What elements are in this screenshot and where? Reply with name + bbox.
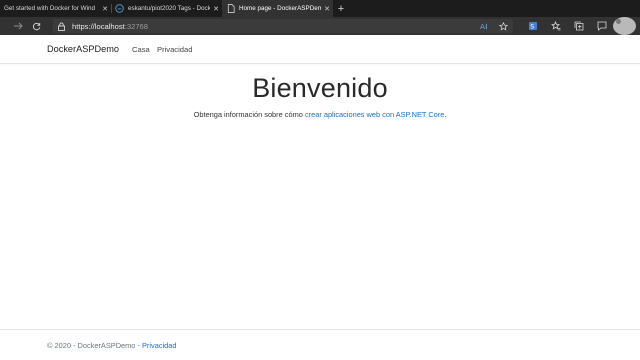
read-aloud-icon[interactable]: A	[475, 22, 494, 31]
nav-link-home[interactable]: Casa	[132, 45, 150, 54]
tab-close-icon[interactable]: ✕	[99, 5, 111, 13]
url-port: :32768	[124, 21, 148, 31]
site-footer: © 2020 - DockerASPDemo - Privacidad	[0, 329, 640, 350]
docker-icon	[115, 4, 124, 13]
feedback-icon[interactable]	[590, 17, 613, 35]
svg-text:A: A	[480, 22, 485, 31]
favorite-star-icon[interactable]	[494, 21, 513, 31]
tab-title: Home page - DockerASPDemo	[239, 5, 321, 12]
refresh-icon[interactable]	[27, 17, 46, 35]
page-icon	[226, 4, 235, 13]
tab-title: eskantu/piot2020 Tags - Docker H	[128, 5, 210, 12]
footer-copyright: © 2020 - DockerASPDemo -	[47, 341, 142, 350]
tab-title: Get started with Docker for Wind	[4, 5, 95, 12]
page-title: Bienvenido	[252, 73, 388, 103]
tab-close-icon[interactable]: ✕	[210, 5, 222, 13]
tab-docker-hub-tags[interactable]: eskantu/piot2020 Tags - Docker H ✕	[111, 0, 222, 17]
extension-icon[interactable]: S	[521, 17, 544, 35]
forward-icon[interactable]	[8, 17, 27, 35]
browser-toolbar: https://localhost:32768 A S	[0, 17, 640, 35]
tab-close-icon[interactable]: ✕	[321, 5, 333, 13]
collections-icon[interactable]	[567, 17, 590, 35]
aspnet-docs-link[interactable]: crear aplicaciones web con ASP.NET Core	[305, 110, 444, 119]
tab-docker-get-started[interactable]: Get started with Docker for Wind ✕	[0, 0, 111, 17]
footer-text: © 2020 - DockerASPDemo - Privacidad	[47, 341, 177, 350]
lead-prefix: Obtenga información sobre cómo	[193, 110, 305, 119]
lead-suffix: .	[444, 110, 447, 119]
svg-text:S: S	[530, 24, 534, 31]
new-tab-button[interactable]: +	[333, 0, 349, 17]
url-host: https://localhost	[72, 21, 125, 31]
nav-link-privacy[interactable]: Privacidad	[157, 45, 192, 54]
web-page: DockerASPDemo Casa Privacidad Bienvenido…	[0, 35, 640, 360]
tab-strip: Get started with Docker for Wind ✕ eskan…	[0, 0, 640, 17]
lead-text: Obtenga información sobre cómo crear apl…	[0, 110, 640, 119]
avatar	[613, 17, 636, 35]
profile-avatar[interactable]	[613, 17, 636, 35]
tab-home-page[interactable]: Home page - DockerASPDemo ✕	[222, 0, 333, 17]
lock-icon[interactable]	[58, 22, 67, 31]
brand-link[interactable]: DockerASPDemo	[47, 44, 119, 54]
favorites-icon[interactable]	[544, 17, 567, 35]
address-bar[interactable]: https://localhost:32768 A	[53, 19, 513, 33]
site-navbar: DockerASPDemo Casa Privacidad	[0, 35, 640, 64]
footer-privacy-link[interactable]: Privacidad	[142, 341, 177, 350]
